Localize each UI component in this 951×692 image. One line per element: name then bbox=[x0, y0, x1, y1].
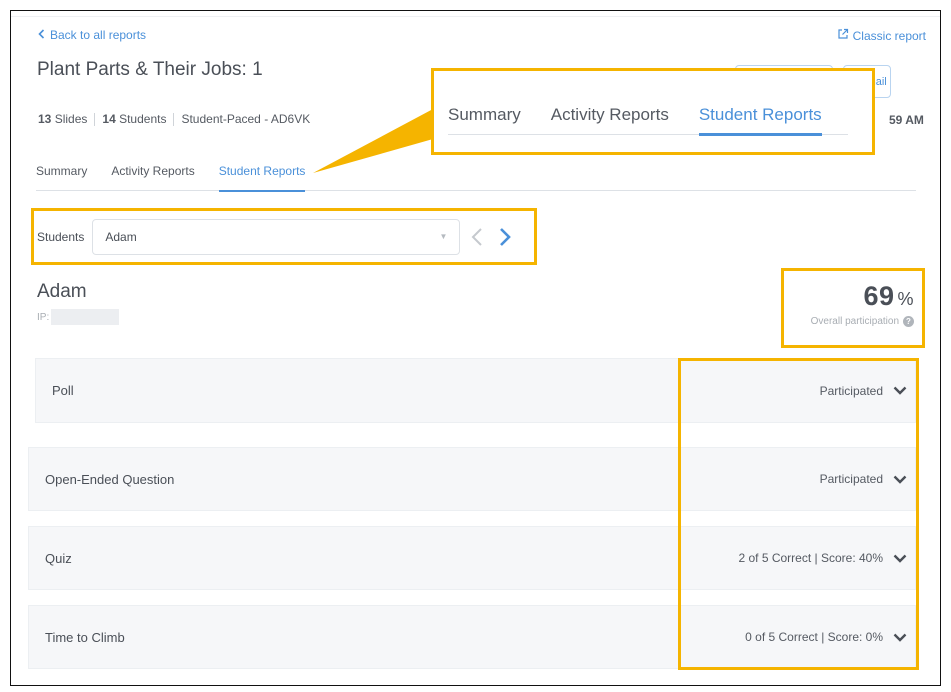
callout-tabs: Summary Activity Reports Student Reports bbox=[448, 102, 848, 136]
activity-status-text: 2 of 5 Correct | Score: 40% bbox=[738, 551, 883, 565]
chevron-down-icon[interactable] bbox=[893, 475, 907, 484]
top-divider bbox=[11, 11, 940, 17]
slides-count: 13 bbox=[38, 112, 52, 126]
activity-row-open-ended-question[interactable]: Open-Ended Question Participated bbox=[28, 447, 916, 511]
chevron-down-icon[interactable] bbox=[893, 633, 907, 642]
ip-redacted bbox=[51, 309, 120, 325]
activity-status: Participated bbox=[820, 472, 915, 486]
chevron-right-icon bbox=[500, 227, 512, 246]
classic-report-link[interactable]: Classic report bbox=[837, 28, 926, 43]
participation-label: Overall participation ? bbox=[784, 316, 914, 327]
slides-label: Slides bbox=[54, 112, 88, 126]
activity-status: 0 of 5 Correct | Score: 0% bbox=[745, 630, 915, 644]
report-tabs: Summary Activity Reports Student Reports bbox=[36, 163, 916, 192]
students-label: Students bbox=[37, 229, 85, 244]
back-to-reports-link[interactable]: Back to all reports bbox=[38, 28, 146, 42]
ip-label: IP: bbox=[37, 311, 50, 323]
classic-link-label: Classic report bbox=[852, 28, 926, 43]
chevron-left-icon bbox=[471, 227, 483, 246]
participation-label-text: Overall participation bbox=[810, 316, 899, 327]
student-name: Adam bbox=[37, 281, 87, 302]
external-link-icon bbox=[837, 28, 849, 43]
student-ip: IP: bbox=[37, 309, 120, 325]
previous-student-button[interactable] bbox=[466, 227, 488, 247]
activity-status-text: Participated bbox=[819, 383, 883, 398]
tab-student-reports[interactable]: Student Reports bbox=[218, 163, 305, 192]
callout-tab-activity-reports: Activity Reports bbox=[550, 105, 669, 124]
callout-tab-summary: Summary bbox=[448, 105, 521, 124]
report-meta: 13 Slides 14 Students Student-Paced - AD… bbox=[38, 112, 310, 126]
student-select-value: Adam bbox=[105, 229, 137, 244]
caret-down-icon: ▼ bbox=[439, 232, 448, 241]
activity-row-poll[interactable]: Poll Participated bbox=[35, 358, 916, 423]
activity-name: Open-Ended Question bbox=[45, 471, 175, 487]
chevron-down-icon[interactable] bbox=[893, 554, 907, 563]
activity-status-text: Participated bbox=[819, 472, 883, 486]
tab-summary[interactable]: Summary bbox=[36, 163, 87, 190]
student-select[interactable]: Adam ▼ bbox=[92, 218, 461, 255]
activity-name: Poll bbox=[52, 383, 74, 398]
chevron-down-icon[interactable] bbox=[893, 386, 907, 395]
next-student-button[interactable] bbox=[494, 227, 516, 247]
activity-row-quiz[interactable]: Quiz 2 of 5 Correct | Score: 40% bbox=[28, 526, 916, 590]
meta-divider bbox=[94, 112, 96, 126]
chevron-left-icon bbox=[38, 28, 45, 42]
callout-tab-student-reports: Student Reports bbox=[698, 102, 822, 136]
report-page: Back to all reports Classic report Plant… bbox=[10, 10, 941, 686]
back-link-label: Back to all reports bbox=[50, 28, 147, 42]
session-mode: Student-Paced - AD6VK bbox=[181, 112, 311, 126]
student-selector-highlight: Students Adam ▼ bbox=[31, 208, 537, 265]
report-timestamp: 59 AM bbox=[889, 113, 924, 127]
students-count: 14 bbox=[102, 112, 116, 126]
activity-status: Participated bbox=[820, 384, 915, 398]
participation-unit: % bbox=[897, 289, 914, 309]
page-title: Plant Parts & Their Jobs: 1 bbox=[37, 59, 263, 80]
help-icon[interactable]: ? bbox=[903, 316, 914, 327]
activity-status-text: 0 of 5 Correct | Score: 0% bbox=[745, 630, 883, 644]
participation-number: 69 bbox=[863, 281, 895, 311]
participation-highlight: 69% Overall participation ? bbox=[781, 268, 925, 348]
activity-name: Time to Climb bbox=[45, 629, 125, 645]
activity-name: Quiz bbox=[45, 550, 72, 566]
tabs-callout: Summary Activity Reports Student Reports bbox=[431, 68, 875, 155]
activity-row-time-to-climb[interactable]: Time to Climb 0 of 5 Correct | Score: 0% bbox=[28, 605, 916, 669]
meta-divider bbox=[173, 112, 175, 126]
activity-status: 2 of 5 Correct | Score: 40% bbox=[738, 551, 915, 565]
tab-activity-reports[interactable]: Activity Reports bbox=[111, 163, 194, 190]
students-label: Students bbox=[119, 112, 167, 126]
participation-value: 69% bbox=[784, 281, 914, 312]
